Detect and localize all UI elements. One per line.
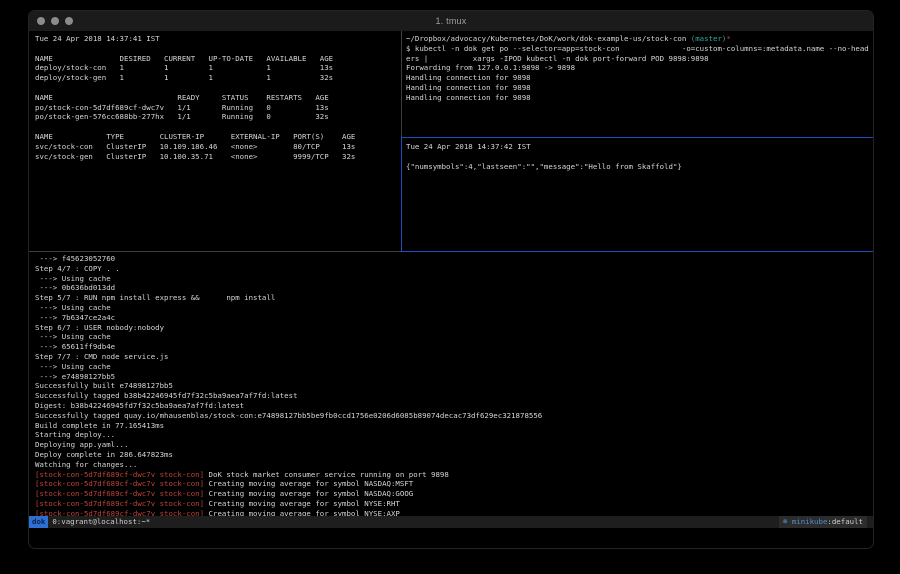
terminal-line: Step 4/7 : COPY . . bbox=[35, 264, 873, 274]
status-left: dok 0:vagrant@localhost:~* bbox=[29, 516, 150, 528]
pane-border-vertical-active[interactable] bbox=[401, 137, 402, 251]
status-right: ☸ minikube :default bbox=[779, 516, 867, 528]
terminal-line: Build complete in 77.165413ms bbox=[35, 421, 873, 431]
terminal-line: deploy/stock-con 1 1 1 1 13s bbox=[35, 63, 401, 73]
terminal-line: ---> Using cache bbox=[35, 274, 873, 284]
terminal-line: ---> Using cache bbox=[35, 303, 873, 313]
pane-curl-output[interactable]: Tue 24 Apr 2018 14:37:42 IST {"numsymbols… bbox=[402, 138, 873, 251]
namespace-name: :default bbox=[827, 516, 863, 528]
terminal-line: ---> e74898127bb5 bbox=[35, 372, 873, 382]
terminal-line: Step 7/7 : CMD node service.js bbox=[35, 352, 873, 362]
terminal-line: Successfully tagged b38b42246945fd7f32c5… bbox=[35, 391, 873, 401]
pane-border-horizontal-active-bottom[interactable] bbox=[401, 251, 873, 252]
terminal-line: Deploying app.yaml... bbox=[35, 440, 873, 450]
terminal-line bbox=[35, 122, 401, 132]
pane-border-horizontal-active-top[interactable] bbox=[402, 137, 873, 138]
terminal-line: Watching for changes... bbox=[35, 460, 873, 470]
terminal-line: {"numsymbols":4,"lastseen":"","message":… bbox=[406, 162, 873, 172]
terminal-line: [stock-con-5d7df689cf-dwc7v stock-con] D… bbox=[35, 470, 873, 480]
terminal-line: Handling connection for 9898 bbox=[406, 83, 873, 93]
traffic-lights bbox=[37, 17, 73, 25]
terminal-line: ---> f45623052760 bbox=[35, 254, 873, 264]
terminal-line: ---> 0b636bd013dd bbox=[35, 283, 873, 293]
terminal-line: Digest: b38b42246945fd7f32c5ba9aea7af7fd… bbox=[35, 401, 873, 411]
tmux-status-bar: dok 0:vagrant@localhost:~* ☸ minikube :d… bbox=[29, 516, 873, 528]
terminal-line: NAME READY STATUS RESTARTS AGE bbox=[35, 93, 401, 103]
terminal-line: svc/stock-gen ClusterIP 10.100.35.71 <no… bbox=[35, 152, 401, 162]
active-window-label[interactable]: 0:vagrant@localhost:~* bbox=[48, 516, 150, 528]
terminal-line: svc/stock-con ClusterIP 10.109.186.46 <n… bbox=[35, 142, 401, 152]
cluster-name: minikube bbox=[787, 516, 827, 528]
terminal-line: [stock-con-5d7df689cf-dwc7v stock-con] C… bbox=[35, 489, 873, 499]
pane-kubectl-watch[interactable]: Tue 24 Apr 2018 14:37:41 IST NAME DESIRED… bbox=[29, 31, 401, 251]
terminal-line: Tue 24 Apr 2018 14:37:42 IST bbox=[406, 142, 873, 152]
pane-port-forward[interactable]: ~/Dropbox/advocacy/Kubernetes/DoK/work/d… bbox=[402, 31, 873, 137]
terminal-line: Step 6/7 : USER nobody:nobody bbox=[35, 323, 873, 333]
terminal-line: Successfully tagged quay.io/mhausenblas/… bbox=[35, 411, 873, 421]
minimize-button[interactable] bbox=[51, 17, 59, 25]
window-titlebar[interactable]: 1. tmux bbox=[29, 11, 873, 32]
desktop: 1. tmux Tue 24 Apr 2018 14:37:41 IST NAME… bbox=[0, 0, 900, 574]
terminal-line: deploy/stock-gen 1 1 1 1 32s bbox=[35, 73, 401, 83]
terminal-line: Successfully built e74898127bb5 bbox=[35, 381, 873, 391]
terminal-line bbox=[35, 83, 401, 93]
terminal-line: ---> 7b6347ce2a4c bbox=[35, 313, 873, 323]
terminal-line: ---> 65611ff9db4e bbox=[35, 342, 873, 352]
terminal-window: 1. tmux Tue 24 Apr 2018 14:37:41 IST NAME… bbox=[28, 10, 874, 549]
terminal-line: [stock-con-5d7df689cf-dwc7v stock-con] C… bbox=[35, 509, 873, 516]
window-title: 1. tmux bbox=[29, 11, 873, 31]
terminal-line: Deploy complete in 286.647823ms bbox=[35, 450, 873, 460]
terminal-line: ---> Using cache bbox=[35, 362, 873, 372]
terminal-line: Starting deploy... bbox=[35, 430, 873, 440]
terminal-line bbox=[406, 152, 873, 162]
terminal-line: Forwarding from 127.0.0.1:9898 -> 9898 bbox=[406, 63, 873, 73]
pane-border-vertical-inactive[interactable] bbox=[401, 31, 402, 137]
pane-border-horizontal-inactive[interactable] bbox=[29, 251, 401, 252]
terminal-line: Step 5/7 : RUN npm install express && np… bbox=[35, 293, 873, 303]
terminal-line: NAME DESIRED CURRENT UP-TO-DATE AVAILABL… bbox=[35, 54, 401, 64]
zoom-button[interactable] bbox=[65, 17, 73, 25]
terminal-line: po/stock-gen-576cc688bb-277hx 1/1 Runnin… bbox=[35, 112, 401, 122]
terminal-line: Handling connection for 9898 bbox=[406, 73, 873, 83]
terminal-line: po/stock-con-5d7df689cf-dwc7v 1/1 Runnin… bbox=[35, 103, 401, 113]
close-button[interactable] bbox=[37, 17, 45, 25]
terminal-line bbox=[35, 44, 401, 54]
session-name-badge: dok bbox=[29, 516, 48, 528]
pane-skaffold-log[interactable]: ---> f45623052760Step 4/7 : COPY . . ---… bbox=[29, 252, 873, 516]
terminal-line: [stock-con-5d7df689cf-dwc7v stock-con] C… bbox=[35, 499, 873, 509]
terminal-line: ers | xargs -IPOD kubectl -n dok port-fo… bbox=[406, 54, 873, 64]
terminal-line: Handling connection for 9898 bbox=[406, 93, 873, 103]
terminal-line: [stock-con-5d7df689cf-dwc7v stock-con] C… bbox=[35, 479, 873, 489]
terminal-line: Tue 24 Apr 2018 14:37:41 IST bbox=[35, 34, 401, 44]
terminal-line: ---> Using cache bbox=[35, 332, 873, 342]
terminal-line: ~/Dropbox/advocacy/Kubernetes/DoK/work/d… bbox=[406, 34, 873, 44]
terminal-line: $ kubectl -n dok get po --selector=app=s… bbox=[406, 44, 873, 54]
terminal-line: NAME TYPE CLUSTER-IP EXTERNAL-IP PORT(S)… bbox=[35, 132, 401, 142]
